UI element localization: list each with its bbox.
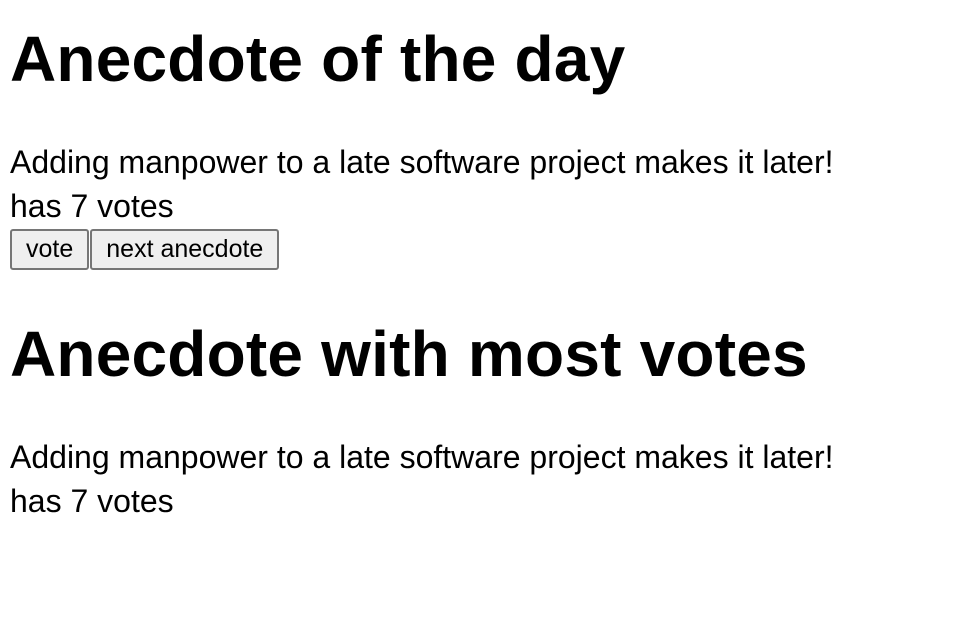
current-anecdote-text: Adding manpower to a late software proje…: [10, 144, 834, 180]
most-voted-anecdote-text: Adding manpower to a late software proje…: [10, 439, 834, 475]
anecdote-of-the-day-heading: Anecdote of the day: [10, 23, 626, 95]
app-root: Anecdote of the day Adding manpower to a…: [10, 0, 960, 523]
most-voted-anecdote-votes: has 7 votes: [10, 483, 174, 519]
most-votes-heading: Anecdote with most votes: [10, 318, 808, 390]
anecdote-actions: vote next anecdote: [10, 229, 960, 270]
most-votes-section: Anecdote with most votes Adding manpower…: [10, 270, 960, 523]
anecdote-of-the-day-section: Anecdote of the day Adding manpower to a…: [10, 0, 960, 270]
next-anecdote-button[interactable]: next anecdote: [90, 229, 280, 270]
vote-button[interactable]: vote: [10, 229, 90, 270]
current-anecdote-votes: has 7 votes: [10, 188, 174, 224]
